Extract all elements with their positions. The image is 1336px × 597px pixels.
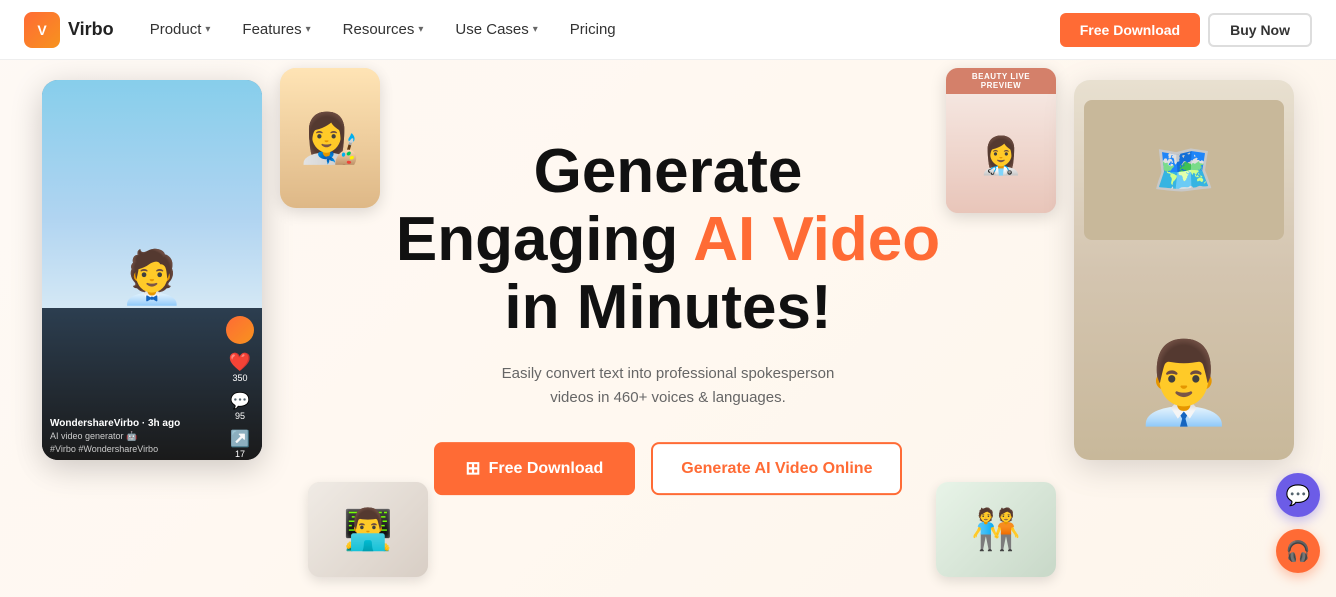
tiktok-sidebar: ❤️ 350 💬 95 ↗️ 17 — [226, 316, 254, 459]
tiktok-like-icon: ❤️ — [229, 352, 251, 373]
nav-pricing[interactable]: Pricing — [558, 15, 628, 44]
hero-title-prefix: Engaging — [396, 205, 693, 274]
right-video-person: 👨‍💼 — [1134, 336, 1234, 430]
hero-free-download-button[interactable]: ⊞ Free Download — [434, 442, 636, 495]
support-widget[interactable]: 🎧 — [1276, 529, 1320, 573]
tiktok-avatar — [226, 316, 254, 344]
hero-subtitle: Easily convert text into professional sp… — [388, 362, 948, 410]
nav-product[interactable]: Product ▾ — [138, 15, 223, 44]
nav-free-download-button[interactable]: Free Download — [1060, 13, 1200, 47]
chat-widget[interactable]: 💬 — [1276, 473, 1320, 517]
bottom-right-image: 🧑‍🤝‍🧑 — [936, 482, 1056, 577]
world-map-icon: 🗺️ — [1153, 141, 1215, 200]
nav-use-cases[interactable]: Use Cases ▾ — [443, 15, 549, 44]
chevron-down-icon: ▾ — [205, 24, 210, 35]
support-icon: 🎧 — [1286, 539, 1311, 564]
hero-section: 🧑‍💼 ❤️ 350 💬 95 ↗️ 17 — [0, 0, 1336, 597]
logo-text: Virbo — [68, 19, 114, 40]
person-image: 👩‍🎨 — [280, 68, 380, 208]
nav-buy-now-button[interactable]: Buy Now — [1208, 13, 1312, 47]
chat-icon: 💬 — [1286, 483, 1311, 508]
nav-resources[interactable]: Resources ▾ — [331, 15, 436, 44]
tiktok-share-icon: ↗️ — [230, 429, 250, 449]
top-center-image: 👩‍🎨 — [280, 68, 380, 208]
bottom-right-person: 🧑‍🤝‍🧑 — [936, 482, 1056, 577]
nav-features[interactable]: Features ▾ — [230, 15, 322, 44]
bottom-left-person: 👨‍💻 — [308, 482, 428, 577]
left-video-card: 🧑‍💼 ❤️ 350 💬 95 ↗️ 17 — [42, 80, 262, 460]
tiktok-tag: #Virbo #WondershareVirbo — [50, 444, 212, 454]
navbar: V Virbo Product ▾ Features ▾ Resources ▾… — [0, 0, 1336, 60]
hero-title-line2: Engaging AI Video — [388, 206, 948, 274]
hero-buttons: ⊞ Free Download Generate AI Video Online — [388, 442, 948, 495]
bottom-left-image: 👨‍💻 — [308, 482, 428, 577]
tiktok-shares-count: 17 — [230, 449, 250, 459]
hero-online-button[interactable]: Generate AI Video Online — [651, 442, 902, 495]
tiktok-username: WondershareVirbo · 3h ago — [50, 418, 212, 429]
tiktok-comments-count: 95 — [230, 411, 250, 421]
beauty-card: BEAUTY LIVE PREVIEW 👩‍⚕️ — [946, 68, 1056, 213]
world-map-background: 🗺️ — [1084, 100, 1284, 240]
beauty-card-header: BEAUTY LIVE PREVIEW — [946, 68, 1056, 94]
hero-title-highlight: AI Video — [693, 205, 940, 274]
chevron-down-icon: ▾ — [306, 24, 311, 35]
hero-title-line3: in Minutes! — [388, 274, 948, 342]
tiktok-likes-count: 350 — [229, 373, 251, 383]
tiktok-desc: AI video generator 🤖 — [50, 431, 212, 442]
beauty-card-person: 👩‍⚕️ — [946, 94, 1056, 213]
hero-title-line1: Generate — [388, 138, 948, 206]
hero-content: Generate Engaging AI Video in Minutes! E… — [388, 138, 948, 496]
chevron-down-icon: ▾ — [418, 24, 423, 35]
logo-area[interactable]: V Virbo — [24, 12, 114, 48]
logo-icon: V — [24, 12, 60, 48]
tiktok-comment-icon: 💬 — [230, 391, 250, 411]
right-video-card: 🗺️ 👨‍💼 — [1074, 80, 1294, 460]
right-video-inner: 🗺️ 👨‍💼 — [1074, 80, 1294, 460]
chevron-down-icon: ▾ — [533, 24, 538, 35]
windows-icon: ⊞ — [466, 458, 481, 479]
